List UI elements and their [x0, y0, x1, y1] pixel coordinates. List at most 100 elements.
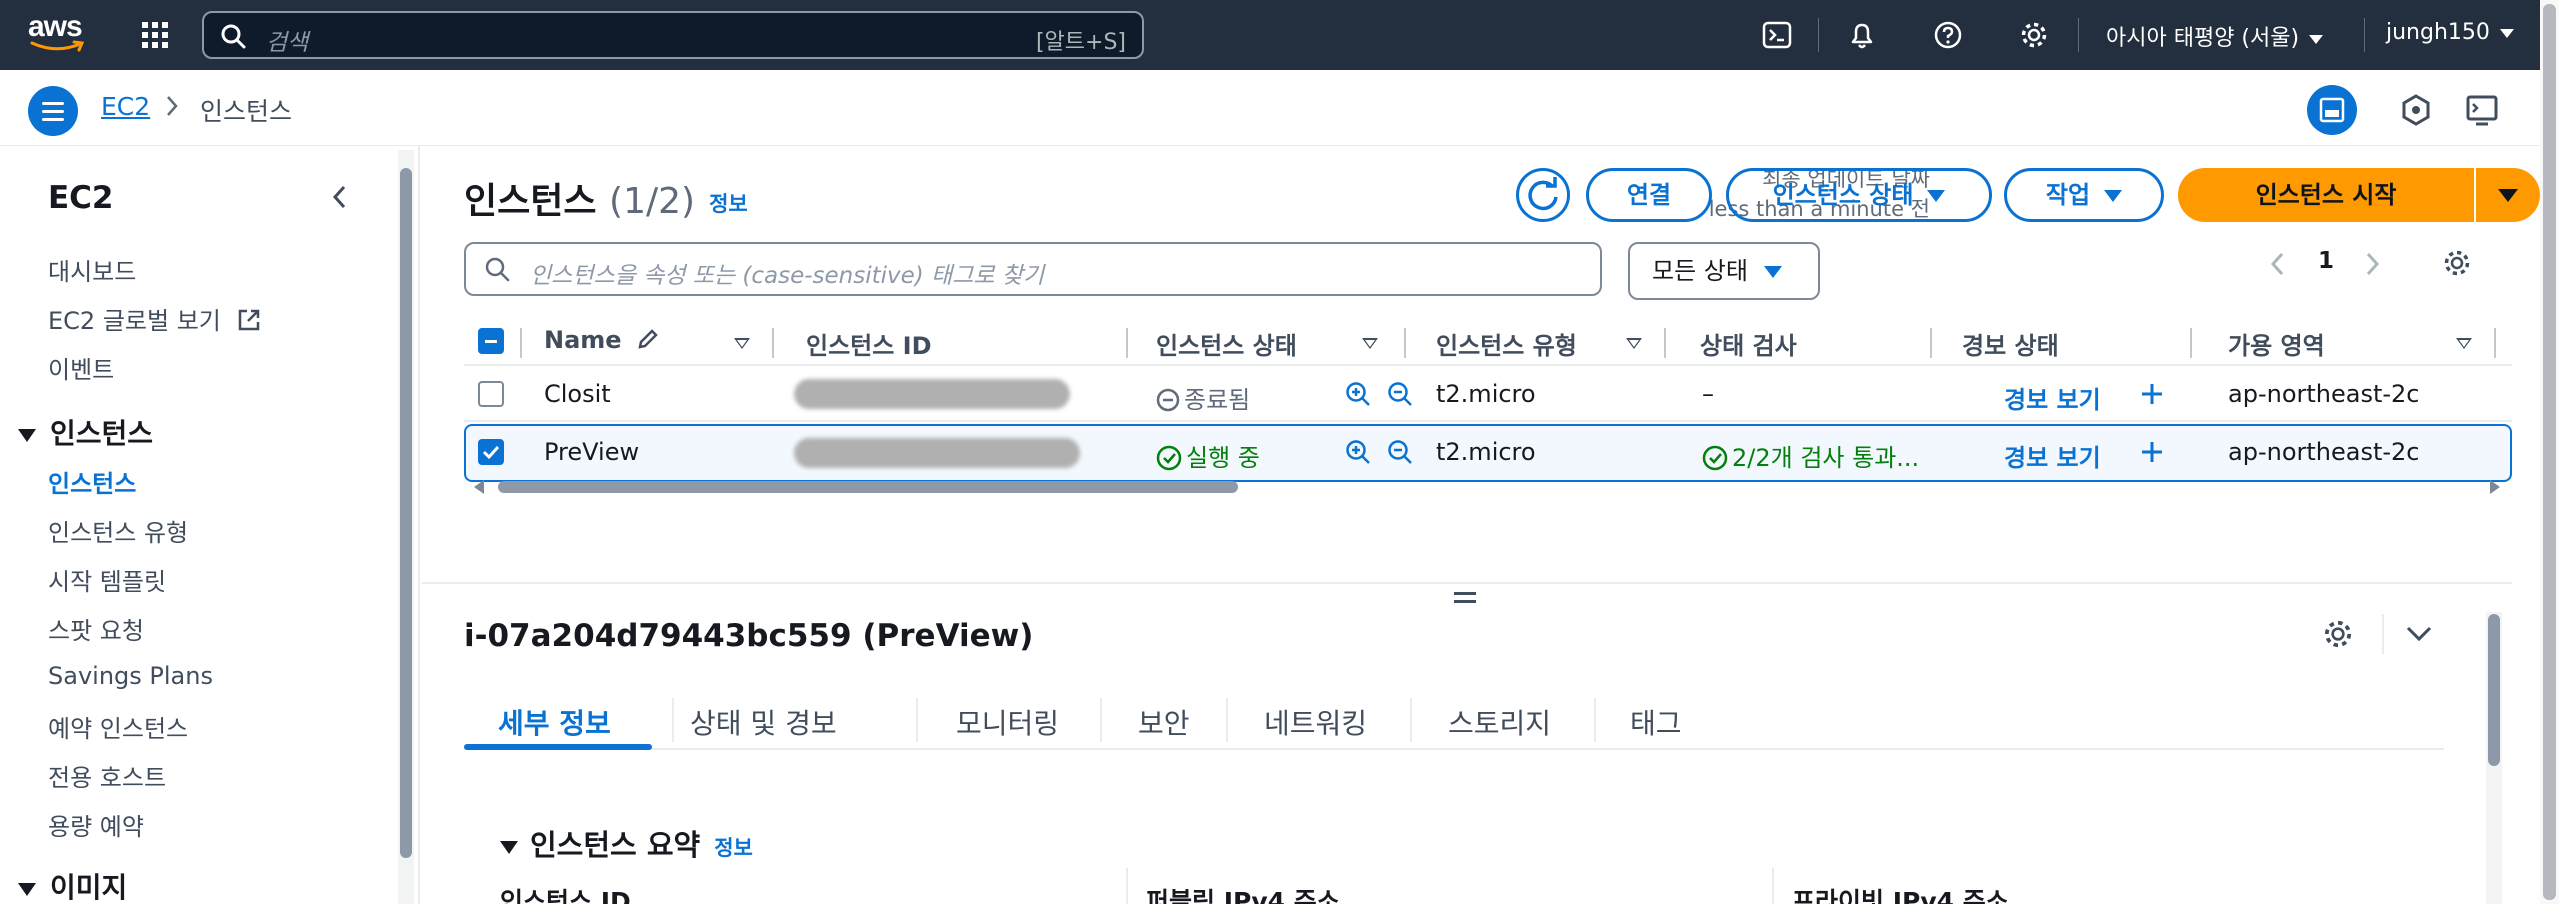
refresh-button[interactable] [1516, 168, 1570, 222]
grid-icon[interactable] [142, 22, 168, 48]
column-header-instance-id[interactable]: 인스턴스 ID [806, 326, 932, 361]
connect-button[interactable]: 연결 [1586, 168, 1712, 222]
sort-icon[interactable] [1362, 338, 1378, 349]
instance-state-button[interactable]: 인스턴스 상태 [1726, 168, 1992, 222]
sort-icon[interactable] [1626, 338, 1642, 349]
launch-instances-button[interactable]: 인스턴스 시작 [2178, 168, 2474, 222]
instance-summary-header[interactable]: 인스턴스 요약 정보 [500, 822, 753, 864]
column-header-alarm-status[interactable]: 경보 상태 [1962, 326, 2059, 361]
sidebar-item-events[interactable]: 이벤트 [48, 350, 114, 385]
sidebar-item-dedicated-hosts[interactable]: 전용 호스트 [48, 758, 166, 793]
row-checkbox[interactable] [478, 439, 504, 465]
tab-storage[interactable]: 스토리지 [1448, 702, 1551, 742]
scrollbar-thumb[interactable] [498, 481, 1238, 493]
hexagon-icon[interactable] [2390, 84, 2442, 136]
select-all-checkbox[interactable] [478, 328, 504, 354]
gear-icon[interactable] [2019, 20, 2049, 50]
status-check: – [1702, 380, 1714, 408]
aws-logo[interactable]: aws [28, 12, 90, 56]
help-icon[interactable] [1933, 20, 1963, 50]
sidebar-item-instance-types[interactable]: 인스턴스 유형 [48, 513, 188, 548]
page-number[interactable]: 1 [2318, 248, 2334, 274]
tab-tags[interactable]: 태그 [1630, 702, 1682, 742]
add-alarm-icon[interactable] [2140, 382, 2164, 406]
instance-type: t2.micro [1436, 380, 1536, 408]
sidebar-section-instances[interactable]: 인스턴스 [18, 412, 153, 452]
sidebar-item-savings-plans[interactable]: Savings Plans [48, 662, 213, 690]
sidebar-item-spot-requests[interactable]: 스팟 요청 [48, 611, 144, 646]
column-divider [1126, 868, 1128, 904]
column-header-name[interactable]: Name [544, 326, 660, 354]
tab-divider [1594, 698, 1596, 742]
refresh-icon [1528, 177, 1558, 211]
breadcrumb-link-ec2[interactable]: EC2 [101, 92, 150, 121]
state-filter-select[interactable]: 모든 상태 [1628, 242, 1820, 300]
tab-status-alarms[interactable]: 상태 및 경보 [690, 702, 837, 742]
account-menu[interactable]: jungh150 [2386, 20, 2514, 45]
scroll-left-icon[interactable] [472, 479, 486, 495]
chevron-down-icon[interactable] [2404, 622, 2434, 646]
gear-icon[interactable] [2442, 248, 2472, 278]
row-checkbox[interactable] [478, 381, 504, 407]
zoom-out-icon[interactable] [1386, 380, 1414, 408]
zoom-out-icon[interactable] [1386, 438, 1414, 466]
actions-button[interactable]: 작업 [2004, 168, 2164, 222]
column-header-status-check[interactable]: 상태 검사 [1700, 326, 1797, 361]
sidebar-item-label: EC2 글로벌 보기 [48, 307, 221, 335]
table-row-selected[interactable]: PreView 실행 중 t2.micro 2/2개 검사 통과... 경보 보… [464, 424, 2512, 482]
caret-down-icon [18, 428, 36, 442]
add-alarm-icon[interactable] [2140, 440, 2164, 464]
sidebar-item-global-view[interactable]: EC2 글로벌 보기 [48, 301, 261, 336]
region-selector[interactable]: 아시아 태평양 (서울) [2106, 20, 2324, 52]
redacted-instance-id [794, 438, 1080, 468]
view-alarms-link[interactable]: 경보 보기 [2004, 438, 2101, 473]
global-search[interactable]: 검색 [알트+S] [202, 11, 1144, 59]
sidebar-item-dashboard[interactable]: 대시보드 [48, 252, 136, 287]
side-nav-toggle-button[interactable] [28, 86, 78, 136]
table-horizontal-scrollbar[interactable] [472, 478, 2502, 494]
summary-label-private-ipv4: 프라이빗 IPv4 주소 [1792, 887, 2009, 904]
tab-networking[interactable]: 네트워킹 [1264, 702, 1367, 742]
table-row[interactable]: Closit 종료됨 t2.micro – 경보 보기 ap-northeast… [464, 366, 2512, 422]
tab-security[interactable]: 보안 [1138, 702, 1190, 742]
column-divider [2494, 328, 2496, 358]
button-label: 작업 [2045, 181, 2091, 209]
detail-scrollbar[interactable] [2486, 612, 2502, 904]
collapse-sidebar-icon[interactable] [330, 184, 350, 210]
scroll-right-icon[interactable] [2488, 479, 2502, 495]
sidebar-section-images[interactable]: 이미지 [18, 866, 127, 904]
column-header-instance-state[interactable]: 인스턴스 상태 [1156, 326, 1297, 361]
column-header-availability-zone[interactable]: 가용 영역 [2228, 326, 2325, 361]
sidebar-item-instances[interactable]: 인스턴스 [48, 464, 136, 499]
previous-page-icon[interactable] [2268, 250, 2286, 278]
split-panel-icon[interactable] [2306, 84, 2358, 136]
tab-details[interactable]: 세부 정보 [498, 702, 611, 742]
instance-state: 실행 중 [1156, 438, 1260, 473]
instance-filter-input[interactable]: 인스턴스을 속성 또는 (case-sensitive) 태그로 찾기 [464, 242, 1602, 296]
sidebar-item-reserved-instances[interactable]: 예약 인스턴스 [48, 709, 188, 744]
scrollbar-thumb[interactable] [400, 168, 412, 858]
gear-icon[interactable] [2322, 618, 2354, 650]
scrollbar-thumb[interactable] [2543, 4, 2556, 900]
cloudshell-icon[interactable] [1762, 20, 1792, 50]
launch-options-button[interactable] [2476, 168, 2540, 222]
next-page-icon[interactable] [2364, 250, 2382, 278]
zoom-in-icon[interactable] [1344, 380, 1372, 408]
window-scrollbar[interactable] [2540, 0, 2559, 904]
sidebar-item-capacity-reservations[interactable]: 용량 예약 [48, 807, 144, 842]
console-panel-icon[interactable] [2456, 84, 2508, 136]
sidebar-scrollbar[interactable] [398, 150, 414, 904]
info-link[interactable]: 정보 [709, 192, 748, 216]
tab-monitoring[interactable]: 모니터링 [956, 702, 1059, 742]
view-alarms-link[interactable]: 경보 보기 [2004, 380, 2101, 415]
sort-icon[interactable] [2456, 338, 2472, 349]
info-link[interactable]: 정보 [714, 836, 753, 860]
sort-icon[interactable] [734, 338, 750, 349]
scrollbar-thumb[interactable] [2488, 614, 2500, 766]
zoom-in-icon[interactable] [1344, 438, 1372, 466]
sidebar-item-launch-templates[interactable]: 시작 템플릿 [48, 562, 166, 597]
column-header-instance-type[interactable]: 인스턴스 유형 [1436, 326, 1577, 361]
caret-down-icon [2104, 190, 2123, 202]
bell-icon[interactable] [1847, 20, 1877, 50]
instance-name: Closit [544, 380, 611, 408]
